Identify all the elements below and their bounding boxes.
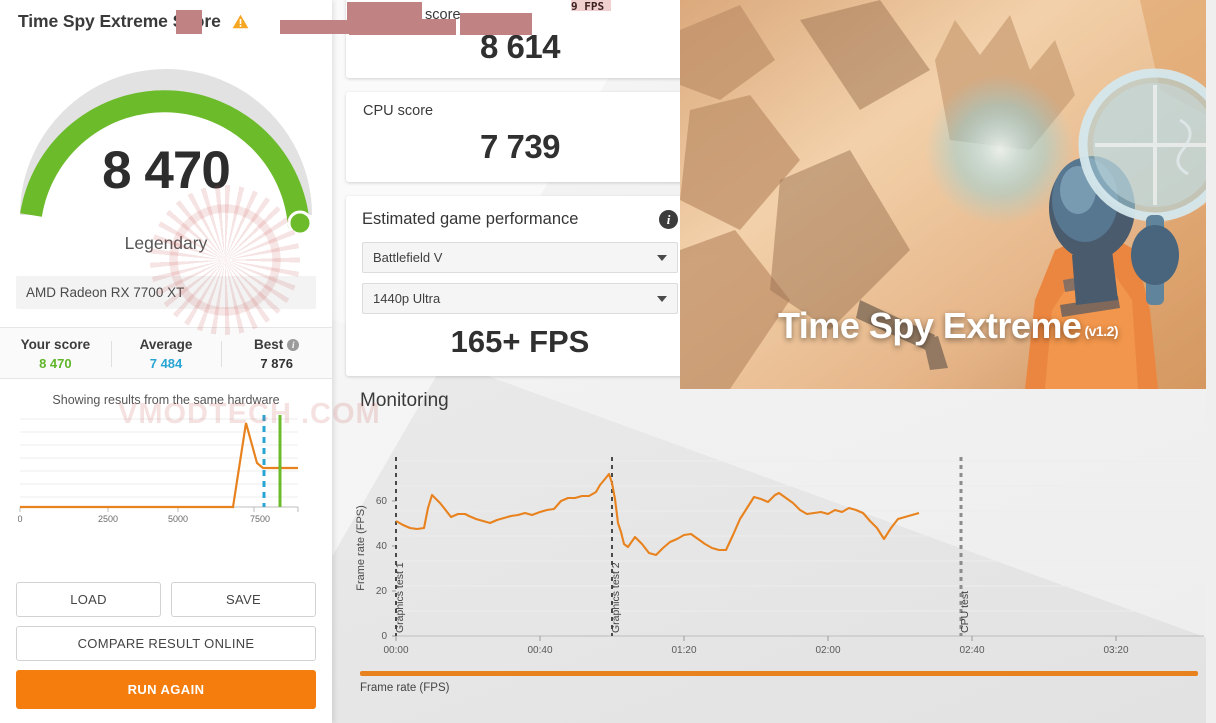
- comparison-average: Average 7 484: [110, 337, 222, 371]
- monitoring-chart: 0 20 40 60 Frame rate (FPS) 00:00 00:40 …: [348, 443, 1216, 705]
- monitoring-legend: Frame rate (FPS): [360, 671, 1198, 694]
- comparison-label: Best i: [221, 337, 332, 352]
- hero-version: (v1.2): [1084, 323, 1119, 339]
- redaction-block: [176, 10, 202, 34]
- dist-xtick: 2500: [98, 514, 118, 524]
- cpu-score-card: CPU score 7 739: [346, 92, 694, 182]
- game-select-value: Battlefield V: [373, 250, 443, 265]
- dist-xtick: 0: [18, 514, 23, 524]
- load-button[interactable]: LOAD: [16, 582, 161, 617]
- warning-triangle-icon[interactable]: [232, 13, 249, 34]
- mon-xtick: 02:00: [815, 645, 840, 656]
- comparison-label: Average: [139, 337, 193, 352]
- annotation-graphics-test-1: Graphics test 1: [394, 562, 406, 633]
- info-circle-icon[interactable]: i: [659, 210, 678, 229]
- annotation-cpu-test: CPU test: [959, 591, 971, 633]
- legend-label: Frame rate (FPS): [360, 682, 450, 694]
- mon-xtick: 00:00: [383, 645, 408, 656]
- mon-xtick: 03:20: [1103, 645, 1128, 656]
- comparison-value: 8 470: [39, 356, 72, 371]
- mon-ytick: 60: [376, 496, 388, 507]
- cpu-score-value: 7 739: [479, 128, 561, 165]
- dist-xtick: 7500: [250, 514, 270, 524]
- egp-title: Estimated game performance: [362, 210, 579, 228]
- gauge-score-value: 8 470: [102, 141, 231, 200]
- chevron-down-icon: [657, 295, 667, 302]
- annotation-graphics-test-2: Graphics test 2: [610, 562, 622, 633]
- chevron-down-icon: [657, 254, 667, 261]
- run-again-button[interactable]: RUN AGAIN: [16, 670, 316, 709]
- comparison-your-score: Your score 8 470: [0, 337, 111, 371]
- comparison-best: Best i 7 876: [221, 337, 332, 371]
- mon-xtick: 02:40: [959, 645, 984, 656]
- score-comparison-row: Your score 8 470 Average 7 484 Best i 7 8…: [0, 327, 332, 379]
- hero-title: Time Spy Extreme (v1.2): [680, 305, 1216, 347]
- gpu-name-field[interactable]: AMD Radeon RX 7700 XT: [16, 276, 316, 309]
- cpu-score-label: CPU score: [363, 103, 434, 119]
- mon-ytick: 0: [381, 631, 387, 642]
- score-distribution-chart: 0 2500 5000 7500: [18, 411, 314, 529]
- comparison-value: 7 876: [260, 356, 293, 371]
- compare-result-online-button[interactable]: COMPARE RESULT ONLINE: [16, 626, 316, 661]
- info-circle-icon[interactable]: i: [287, 339, 300, 351]
- left-results-panel: Time Spy Extreme Score 8 470 Legendary A…: [0, 0, 332, 723]
- score-gauge: 8 470: [0, 40, 332, 245]
- mon-xtick: 00:40: [527, 645, 552, 656]
- monitoring-title: Monitoring: [360, 390, 449, 411]
- comparison-value: 7 484: [149, 356, 183, 371]
- game-select[interactable]: Battlefield V: [362, 242, 678, 273]
- preset-select-value: 1440p Ultra: [373, 291, 441, 306]
- hero-image: Time Spy Extreme (v1.2): [680, 0, 1216, 389]
- preset-select[interactable]: 1440p Ultra: [362, 283, 678, 314]
- mon-ytick: 20: [376, 586, 388, 597]
- comparison-label: Your score: [20, 337, 91, 352]
- mon-xtick: 01:20: [671, 645, 696, 656]
- legend-color-swatch: [360, 671, 1198, 676]
- estimated-fps-value: 165+ FPS: [450, 324, 590, 359]
- action-buttons: LOAD SAVE COMPARE RESULT ONLINE RUN AGAI…: [0, 582, 332, 723]
- hero-title-text: Time Spy Extreme: [777, 305, 1082, 346]
- save-button[interactable]: SAVE: [171, 582, 316, 617]
- redaction-block: [460, 13, 532, 35]
- fps-overlay-fragment: 9 FPS: [571, 0, 611, 13]
- mon-ylabel: Frame rate (FPS): [355, 505, 367, 591]
- dist-xtick: 5000: [168, 514, 188, 524]
- egp-header: Estimated game performance i: [362, 210, 678, 229]
- same-hardware-note: Showing results from the same hardware: [52, 393, 280, 407]
- redaction-block: [349, 19, 456, 35]
- comparison-best-text: Best: [254, 337, 284, 352]
- mon-ytick: 40: [376, 541, 388, 552]
- scrollbar-track[interactable]: [1206, 0, 1216, 723]
- estimated-game-performance-card: Estimated game performance i Battlefield…: [346, 196, 694, 376]
